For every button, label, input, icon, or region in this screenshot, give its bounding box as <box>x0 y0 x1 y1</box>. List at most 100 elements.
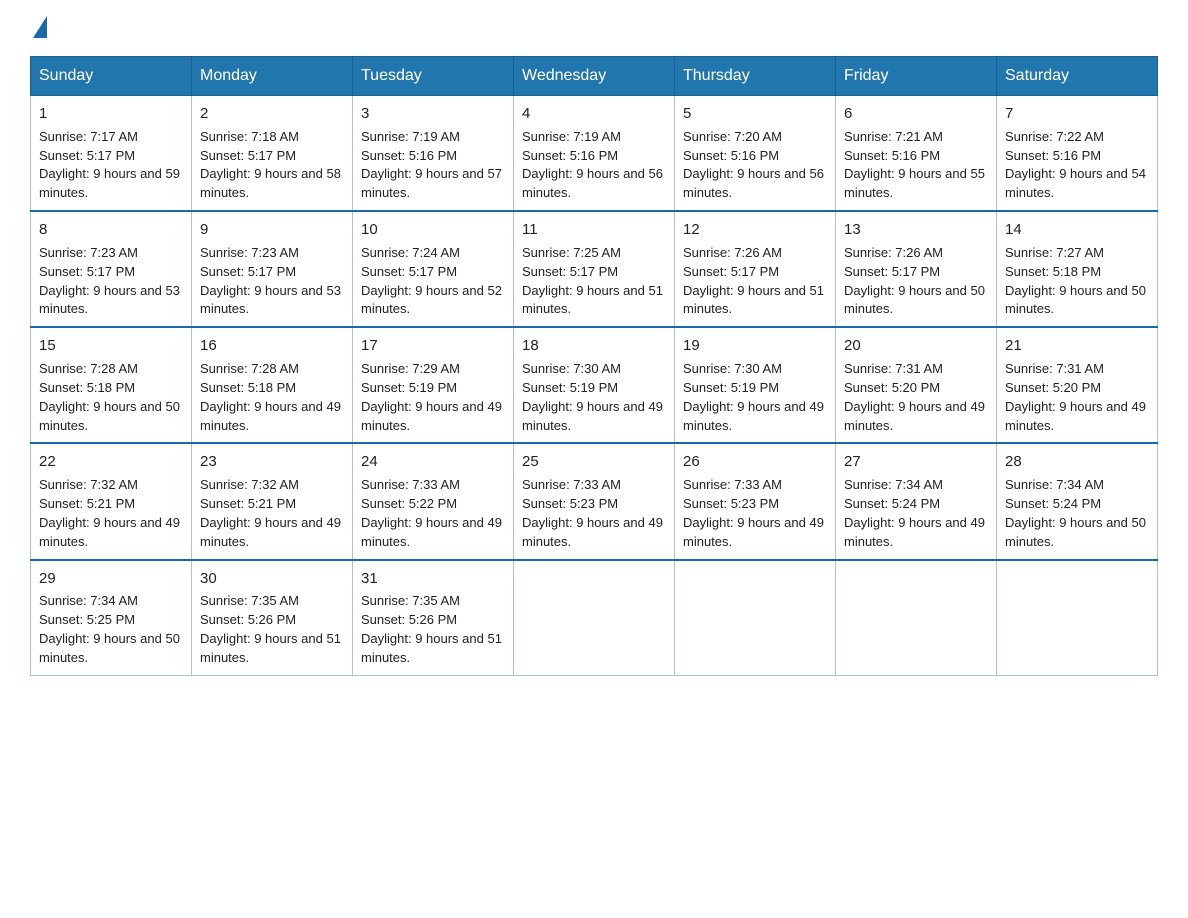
day-number: 16 <box>200 335 344 357</box>
day-number: 18 <box>522 335 666 357</box>
day-info: Sunrise: 7:25 AMSunset: 5:17 PMDaylight:… <box>522 245 663 317</box>
page-header <box>30 20 1158 38</box>
calendar-header-row: SundayMondayTuesdayWednesdayThursdayFrid… <box>31 57 1158 96</box>
day-number: 14 <box>1005 219 1149 241</box>
day-info: Sunrise: 7:27 AMSunset: 5:18 PMDaylight:… <box>1005 245 1146 317</box>
calendar-cell: 29 Sunrise: 7:34 AMSunset: 5:25 PMDayligh… <box>31 560 192 676</box>
calendar-cell: 1 Sunrise: 7:17 AMSunset: 5:17 PMDaylight… <box>31 96 192 212</box>
day-info: Sunrise: 7:20 AMSunset: 5:16 PMDaylight:… <box>683 129 824 201</box>
day-number: 20 <box>844 335 988 357</box>
day-info: Sunrise: 7:34 AMSunset: 5:25 PMDaylight:… <box>39 593 180 665</box>
day-info: Sunrise: 7:19 AMSunset: 5:16 PMDaylight:… <box>522 129 663 201</box>
weekday-header-monday: Monday <box>192 57 353 96</box>
weekday-header-friday: Friday <box>836 57 997 96</box>
weekday-header-tuesday: Tuesday <box>353 57 514 96</box>
calendar-cell: 20 Sunrise: 7:31 AMSunset: 5:20 PMDayligh… <box>836 327 997 443</box>
day-number: 3 <box>361 103 505 125</box>
day-number: 25 <box>522 451 666 473</box>
weekday-header-saturday: Saturday <box>997 57 1158 96</box>
day-number: 13 <box>844 219 988 241</box>
day-info: Sunrise: 7:21 AMSunset: 5:16 PMDaylight:… <box>844 129 985 201</box>
day-number: 22 <box>39 451 183 473</box>
calendar-cell: 30Sunrise: 7:35 AMSunset: 5:26 PMDayligh… <box>192 560 353 676</box>
day-number: 28 <box>1005 451 1149 473</box>
calendar-cell: 19 Sunrise: 7:30 AMSunset: 5:19 PMDayligh… <box>675 327 836 443</box>
day-number: 2 <box>200 103 344 125</box>
day-info: Sunrise: 7:30 AMSunset: 5:19 PMDaylight:… <box>683 361 824 433</box>
logo <box>30 20 47 38</box>
calendar-cell: 24 Sunrise: 7:33 AMSunset: 5:22 PMDayligh… <box>353 443 514 559</box>
day-info: Sunrise: 7:33 AMSunset: 5:23 PMDaylight:… <box>683 477 824 549</box>
calendar-cell: 23 Sunrise: 7:32 AMSunset: 5:21 PMDayligh… <box>192 443 353 559</box>
day-number: 19 <box>683 335 827 357</box>
calendar-cell: 18 Sunrise: 7:30 AMSunset: 5:19 PMDayligh… <box>514 327 675 443</box>
day-info: Sunrise: 7:19 AMSunset: 5:16 PMDaylight:… <box>361 129 502 201</box>
weekday-header-wednesday: Wednesday <box>514 57 675 96</box>
day-number: 26 <box>683 451 827 473</box>
day-info: Sunrise: 7:31 AMSunset: 5:20 PMDaylight:… <box>844 361 985 433</box>
calendar-cell: 6 Sunrise: 7:21 AMSunset: 5:16 PMDaylight… <box>836 96 997 212</box>
day-info: Sunrise: 7:33 AMSunset: 5:22 PMDaylight:… <box>361 477 502 549</box>
calendar-cell: 11 Sunrise: 7:25 AMSunset: 5:17 PMDayligh… <box>514 211 675 327</box>
day-info: Sunrise: 7:35 AMSunset: 5:26 PMDaylight:… <box>361 593 502 665</box>
day-number: 23 <box>200 451 344 473</box>
day-number: 12 <box>683 219 827 241</box>
day-info: Sunrise: 7:26 AMSunset: 5:17 PMDaylight:… <box>683 245 824 317</box>
day-info: Sunrise: 7:26 AMSunset: 5:17 PMDaylight:… <box>844 245 985 317</box>
calendar-week-row: 1 Sunrise: 7:17 AMSunset: 5:17 PMDaylight… <box>31 96 1158 212</box>
day-info: Sunrise: 7:17 AMSunset: 5:17 PMDaylight:… <box>39 129 180 201</box>
day-number: 29 <box>39 568 183 590</box>
calendar-cell: 17 Sunrise: 7:29 AMSunset: 5:19 PMDayligh… <box>353 327 514 443</box>
calendar-cell: 9 Sunrise: 7:23 AMSunset: 5:17 PMDaylight… <box>192 211 353 327</box>
day-info: Sunrise: 7:28 AMSunset: 5:18 PMDaylight:… <box>200 361 341 433</box>
calendar-cell: 8 Sunrise: 7:23 AMSunset: 5:17 PMDaylight… <box>31 211 192 327</box>
day-info: Sunrise: 7:23 AMSunset: 5:17 PMDaylight:… <box>200 245 341 317</box>
calendar-table: SundayMondayTuesdayWednesdayThursdayFrid… <box>30 56 1158 676</box>
calendar-cell: 14 Sunrise: 7:27 AMSunset: 5:18 PMDayligh… <box>997 211 1158 327</box>
day-info: Sunrise: 7:28 AMSunset: 5:18 PMDaylight:… <box>39 361 180 433</box>
logo-triangle-icon <box>33 16 47 38</box>
calendar-cell: 3 Sunrise: 7:19 AMSunset: 5:16 PMDaylight… <box>353 96 514 212</box>
day-number: 5 <box>683 103 827 125</box>
calendar-cell: 27Sunrise: 7:34 AMSunset: 5:24 PMDayligh… <box>836 443 997 559</box>
day-number: 11 <box>522 219 666 241</box>
calendar-week-row: 22 Sunrise: 7:32 AMSunset: 5:21 PMDayligh… <box>31 443 1158 559</box>
day-number: 24 <box>361 451 505 473</box>
calendar-cell: 5 Sunrise: 7:20 AMSunset: 5:16 PMDaylight… <box>675 96 836 212</box>
calendar-cell <box>514 560 675 676</box>
calendar-cell <box>836 560 997 676</box>
day-number: 10 <box>361 219 505 241</box>
calendar-week-row: 8 Sunrise: 7:23 AMSunset: 5:17 PMDaylight… <box>31 211 1158 327</box>
calendar-cell: 12 Sunrise: 7:26 AMSunset: 5:17 PMDayligh… <box>675 211 836 327</box>
day-info: Sunrise: 7:32 AMSunset: 5:21 PMDaylight:… <box>200 477 341 549</box>
day-number: 31 <box>361 568 505 590</box>
calendar-cell: 16 Sunrise: 7:28 AMSunset: 5:18 PMDayligh… <box>192 327 353 443</box>
day-info: Sunrise: 7:24 AMSunset: 5:17 PMDaylight:… <box>361 245 502 317</box>
day-number: 7 <box>1005 103 1149 125</box>
day-info: Sunrise: 7:34 AMSunset: 5:24 PMDaylight:… <box>844 477 985 549</box>
calendar-cell: 21Sunrise: 7:31 AMSunset: 5:20 PMDayligh… <box>997 327 1158 443</box>
day-info: Sunrise: 7:23 AMSunset: 5:17 PMDaylight:… <box>39 245 180 317</box>
calendar-cell: 22 Sunrise: 7:32 AMSunset: 5:21 PMDayligh… <box>31 443 192 559</box>
day-info: Sunrise: 7:33 AMSunset: 5:23 PMDaylight:… <box>522 477 663 549</box>
calendar-cell: 10 Sunrise: 7:24 AMSunset: 5:17 PMDayligh… <box>353 211 514 327</box>
calendar-cell: 28 Sunrise: 7:34 AMSunset: 5:24 PMDayligh… <box>997 443 1158 559</box>
day-number: 8 <box>39 219 183 241</box>
calendar-cell: 26 Sunrise: 7:33 AMSunset: 5:23 PMDayligh… <box>675 443 836 559</box>
day-info: Sunrise: 7:34 AMSunset: 5:24 PMDaylight:… <box>1005 477 1146 549</box>
calendar-cell <box>997 560 1158 676</box>
day-number: 17 <box>361 335 505 357</box>
calendar-cell: 13 Sunrise: 7:26 AMSunset: 5:17 PMDayligh… <box>836 211 997 327</box>
calendar-week-row: 15 Sunrise: 7:28 AMSunset: 5:18 PMDayligh… <box>31 327 1158 443</box>
weekday-header-thursday: Thursday <box>675 57 836 96</box>
day-info: Sunrise: 7:35 AMSunset: 5:26 PMDaylight:… <box>200 593 341 665</box>
day-number: 15 <box>39 335 183 357</box>
day-number: 9 <box>200 219 344 241</box>
day-number: 6 <box>844 103 988 125</box>
day-info: Sunrise: 7:29 AMSunset: 5:19 PMDaylight:… <box>361 361 502 433</box>
day-number: 21 <box>1005 335 1149 357</box>
day-number: 1 <box>39 103 183 125</box>
day-info: Sunrise: 7:30 AMSunset: 5:19 PMDaylight:… <box>522 361 663 433</box>
calendar-cell: 25 Sunrise: 7:33 AMSunset: 5:23 PMDayligh… <box>514 443 675 559</box>
day-info: Sunrise: 7:32 AMSunset: 5:21 PMDaylight:… <box>39 477 180 549</box>
